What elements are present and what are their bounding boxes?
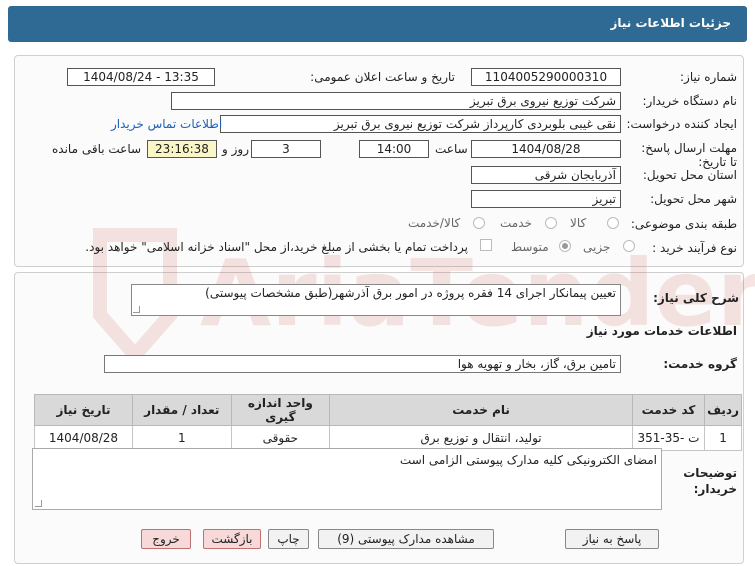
category-goods-label: کالا (570, 216, 587, 230)
col-unit: واحد اندازه گیری (230, 394, 331, 426)
summary-textarea[interactable]: تعیین پیمانکار اجرای 14 فقره پروژه در ام… (131, 284, 621, 316)
treasury-payment-checkbox[interactable] (480, 239, 492, 251)
col-need-date: تاریخ نیاز (34, 394, 133, 426)
process-label: نوع فرآیند خرید : (652, 241, 737, 255)
province-label: استان محل تحویل: (642, 168, 737, 182)
deadline-time-label: ساعت (435, 142, 468, 156)
need-number-label: شماره نیاز: (680, 70, 737, 84)
buyer-notes-label: توضیحات خریدار: (683, 466, 737, 496)
announce-date-field: 1404/08/24 - 13:35 (67, 68, 215, 86)
category-goods-service-radio[interactable] (473, 217, 485, 229)
cell-service-code: ت -35-351 (631, 425, 706, 451)
summary-label: شرح کلی نیاز: (653, 291, 739, 305)
category-label: طبقه بندی موضوعی: (630, 217, 737, 231)
services-table: تاریخ نیاز تعداد / مقدار واحد اندازه گیر… (34, 394, 742, 451)
page-header: جزئیات اطلاعات نیاز (8, 6, 747, 42)
province-field: آذربایجان شرقی (471, 166, 621, 184)
col-row: ردیف (704, 394, 742, 426)
category-service-radio[interactable] (545, 217, 557, 229)
cell-service-name: تولید، انتقال و توزیع برق (329, 425, 633, 451)
deadline-time-field: 14:00 (359, 140, 429, 158)
resize-handle-icon[interactable] (133, 306, 140, 313)
need-info-panel (14, 55, 744, 267)
cell-quantity: 1 (131, 425, 232, 451)
process-minor-radio[interactable] (623, 240, 635, 252)
need-number-field: 1104005290000310 (471, 68, 621, 86)
process-minor-label: جزیی (583, 240, 611, 254)
deadline-date-field: 1404/08/28 (471, 140, 621, 158)
remaining-time-field: 23:16:38 (147, 140, 217, 158)
table-header-row: تاریخ نیاز تعداد / مقدار واحد اندازه گیر… (34, 394, 742, 426)
category-goods-radio[interactable] (607, 217, 619, 229)
reply-button[interactable]: پاسخ به نیاز (565, 529, 659, 549)
page-title: جزئیات اطلاعات نیاز (610, 16, 731, 30)
notes-resize-handle-icon[interactable] (35, 500, 42, 507)
print-button[interactable]: چاپ (268, 529, 309, 549)
creator-label: ایجاد کننده درخواست: (626, 117, 737, 131)
city-field: تبریز (471, 190, 621, 208)
cell-row: 1 (704, 425, 742, 451)
col-service-name: نام خدمت (329, 394, 633, 426)
cell-unit: حقوقی (230, 425, 331, 451)
col-service-code: کد خدمت (631, 394, 706, 426)
buyer-contact-link[interactable]: اطلاعات تماس خریدار (111, 117, 222, 131)
category-goods-service-label: کالا/خدمت (408, 216, 461, 230)
category-service-label: خدمت (500, 216, 532, 230)
table-row: 1404/08/28 1 حقوقی تولید، انتقال و توزیع… (34, 425, 742, 451)
service-group-field: تامین برق، گاز، بخار و تهویه هوا (104, 355, 621, 373)
remaining-time-label: ساعت باقی مانده (52, 142, 142, 156)
services-heading: اطلاعات خدمات مورد نیاز (586, 324, 737, 338)
buyer-notes-textarea[interactable]: امضای الکترونیکی کلیه مدارک پیوستی الزام… (32, 448, 662, 510)
process-medium-radio[interactable] (559, 240, 571, 252)
view-attachments-button[interactable]: مشاهده مدارک پیوستی (9) (318, 529, 494, 549)
days-label: روز و (222, 142, 249, 156)
exit-button[interactable]: خروج (141, 529, 191, 549)
city-label: شهر محل تحویل: (650, 192, 737, 206)
creator-field: نقی غیبی بلوبردی کارپرداز شرکت توزیع نیر… (220, 115, 621, 133)
deadline-label: مهلت ارسال پاسخ: تا تاریخ: (641, 141, 737, 169)
buyer-org-label: نام دستگاه خریدار: (642, 94, 738, 108)
treasury-payment-note: پرداخت تمام یا بخشی از مبلغ خرید،از محل … (85, 240, 468, 254)
buyer-notes-text: امضای الکترونیکی کلیه مدارک پیوستی الزام… (399, 453, 657, 467)
cell-need-date: 1404/08/28 (34, 425, 133, 451)
process-medium-label: متوسط (511, 240, 549, 254)
col-quantity: تعداد / مقدار (131, 394, 232, 426)
summary-text: تعیین پیمانکار اجرای 14 فقره پروژه در ام… (205, 286, 616, 300)
back-button[interactable]: بازگشت (203, 529, 261, 549)
buyer-org-field: شرکت توزیع نیروی برق تبریز (171, 92, 621, 110)
service-group-label: گروه خدمت: (663, 357, 737, 371)
days-field: 3 (251, 140, 321, 158)
announce-date-label: تاریخ و ساعت اعلان عمومی: (310, 70, 455, 84)
